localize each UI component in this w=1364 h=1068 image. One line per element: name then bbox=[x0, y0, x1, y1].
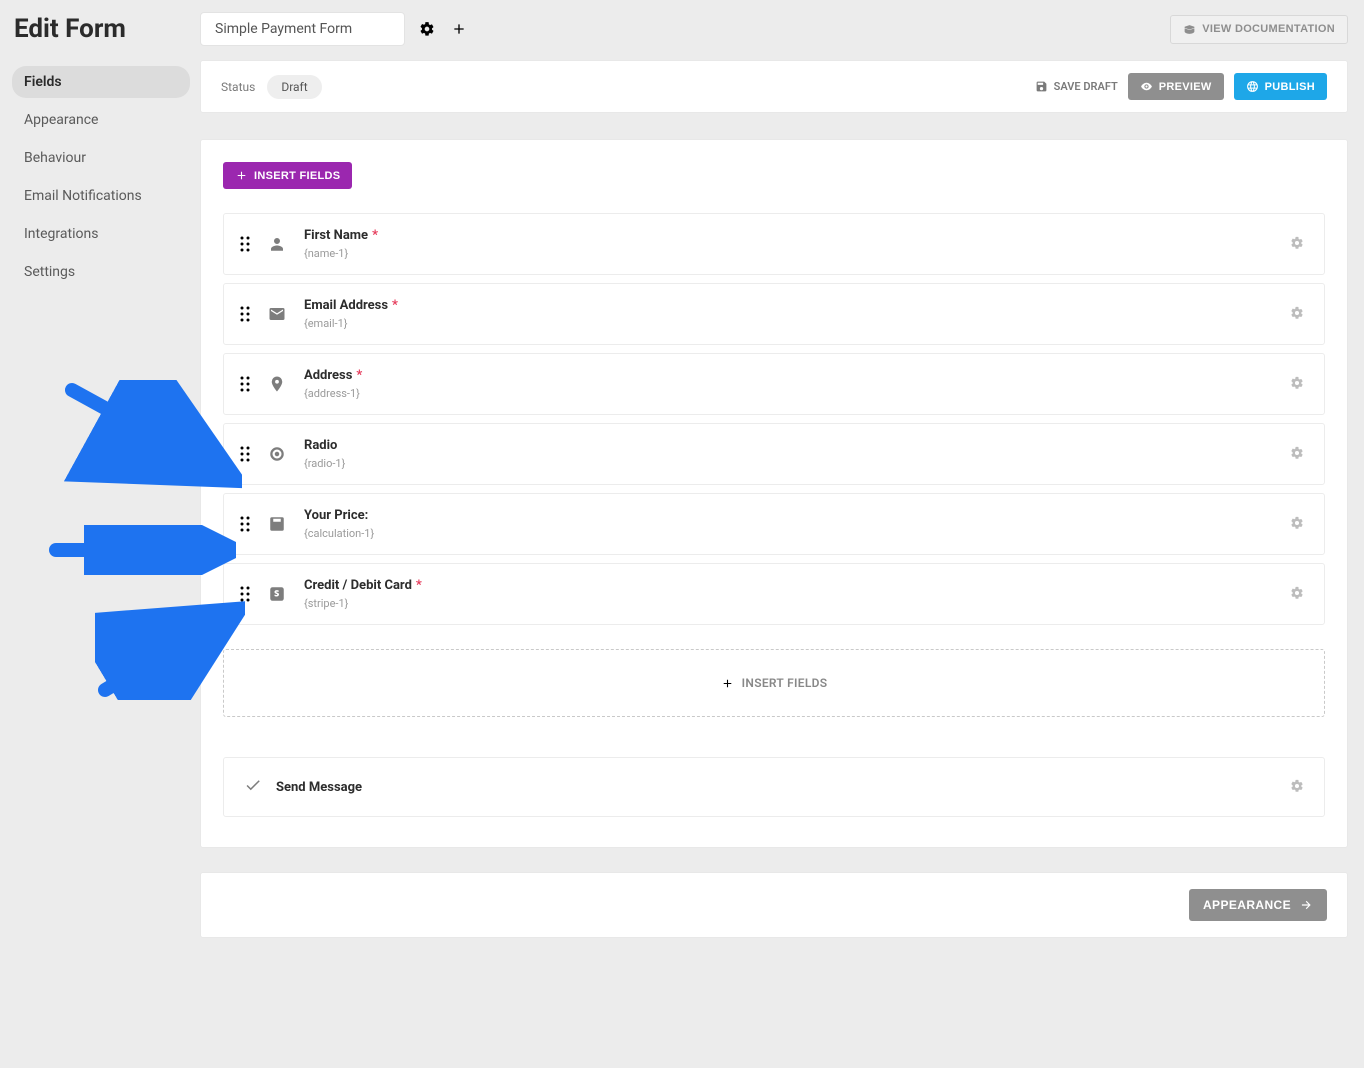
radio-icon bbox=[264, 441, 290, 467]
field-slug: {calculation-1} bbox=[304, 527, 1276, 540]
sidebar-item-behaviour[interactable]: Behaviour bbox=[12, 142, 190, 174]
preview-button[interactable]: PREVIEW bbox=[1128, 73, 1224, 100]
action-settings-icon[interactable] bbox=[1290, 778, 1304, 797]
action-title: Send Message bbox=[276, 780, 1276, 795]
field-settings-icon[interactable] bbox=[1290, 305, 1304, 324]
field-settings-icon[interactable] bbox=[1290, 585, 1304, 604]
top-row: Simple Payment Form VIEW DOCUMENTATION bbox=[200, 6, 1348, 60]
drag-handle-icon[interactable] bbox=[240, 586, 250, 602]
view-documentation-label: VIEW DOCUMENTATION bbox=[1202, 23, 1335, 35]
field-title: Your Price: bbox=[304, 508, 1276, 523]
side-nav: Fields Appearance Behaviour Email Notificat… bbox=[12, 66, 190, 288]
field-slug: {radio-1} bbox=[304, 457, 1276, 470]
calc-icon bbox=[264, 511, 290, 537]
field-title: Radio bbox=[304, 438, 1276, 453]
status-label: Status bbox=[221, 80, 255, 94]
save-icon bbox=[1035, 80, 1048, 93]
fields-panel: INSERT FIELDS First Name* {name-1} Email A… bbox=[200, 139, 1348, 848]
field-row[interactable]: Email Address* {email-1} bbox=[223, 283, 1325, 345]
field-row[interactable]: Your Price: {calculation-1} bbox=[223, 493, 1325, 555]
globe-icon bbox=[1246, 80, 1259, 93]
insert-fields-dropzone[interactable]: INSERT FIELDS bbox=[223, 649, 1325, 717]
user-icon bbox=[264, 231, 290, 257]
field-slug: {name-1} bbox=[304, 247, 1276, 260]
sidebar-item-settings[interactable]: Settings bbox=[12, 256, 190, 288]
drag-handle-icon[interactable] bbox=[240, 306, 250, 322]
field-title: First Name* bbox=[304, 228, 1276, 243]
save-draft-button[interactable]: SAVE DRAFT bbox=[1035, 80, 1118, 93]
field-slug: {address-1} bbox=[304, 387, 1276, 400]
field-title: Email Address* bbox=[304, 298, 1276, 313]
field-row[interactable]: Credit / Debit Card* {stripe-1} bbox=[223, 563, 1325, 625]
sidebar-item-appearance[interactable]: Appearance bbox=[12, 104, 190, 136]
submission-action-row[interactable]: Send Message bbox=[223, 757, 1325, 817]
publish-button[interactable]: PUBLISH bbox=[1234, 73, 1327, 100]
mail-icon bbox=[264, 301, 290, 327]
pin-icon bbox=[264, 371, 290, 397]
check-icon bbox=[244, 776, 262, 798]
field-title: Credit / Debit Card* bbox=[304, 578, 1276, 593]
field-row[interactable]: First Name* {name-1} bbox=[223, 213, 1325, 275]
view-documentation-button[interactable]: VIEW DOCUMENTATION bbox=[1170, 15, 1348, 44]
plus-icon bbox=[235, 169, 248, 182]
drag-handle-icon[interactable] bbox=[240, 516, 250, 532]
sidebar-item-integrations[interactable]: Integrations bbox=[12, 218, 190, 250]
add-form-icon[interactable] bbox=[449, 19, 469, 39]
field-title: Address* bbox=[304, 368, 1276, 383]
documentation-icon bbox=[1183, 23, 1196, 36]
page-title: Edit Form bbox=[14, 14, 190, 44]
field-settings-icon[interactable] bbox=[1290, 515, 1304, 534]
field-settings-icon[interactable] bbox=[1290, 375, 1304, 394]
field-row[interactable]: Address* {address-1} bbox=[223, 353, 1325, 415]
next-step-button[interactable]: APPEARANCE bbox=[1189, 889, 1327, 921]
sidebar: Edit Form Fields Appearance Behaviour Email… bbox=[0, 0, 200, 958]
field-settings-icon[interactable] bbox=[1290, 235, 1304, 254]
status-value: Draft bbox=[267, 75, 321, 99]
drag-handle-icon[interactable] bbox=[240, 376, 250, 392]
stripe-icon bbox=[264, 581, 290, 607]
status-bar: Status Draft SAVE DRAFT PREVIEW PUBLISH bbox=[200, 60, 1348, 113]
field-slug: {stripe-1} bbox=[304, 597, 1276, 610]
footer-bar: APPEARANCE bbox=[200, 872, 1348, 938]
form-settings-icon[interactable] bbox=[417, 19, 437, 39]
main: Simple Payment Form VIEW DOCUMENTATION S… bbox=[200, 0, 1364, 958]
drag-handle-icon[interactable] bbox=[240, 446, 250, 462]
sidebar-item-fields[interactable]: Fields bbox=[12, 66, 190, 98]
sidebar-item-email-notifications[interactable]: Email Notifications bbox=[12, 180, 190, 212]
eye-icon bbox=[1140, 80, 1153, 93]
insert-fields-button[interactable]: INSERT FIELDS bbox=[223, 162, 352, 189]
plus-icon bbox=[721, 677, 734, 690]
arrow-right-icon bbox=[1299, 898, 1313, 912]
field-row[interactable]: Radio {radio-1} bbox=[223, 423, 1325, 485]
drag-handle-icon[interactable] bbox=[240, 236, 250, 252]
form-title-input[interactable]: Simple Payment Form bbox=[200, 12, 405, 46]
field-settings-icon[interactable] bbox=[1290, 445, 1304, 464]
field-slug: {email-1} bbox=[304, 317, 1276, 330]
